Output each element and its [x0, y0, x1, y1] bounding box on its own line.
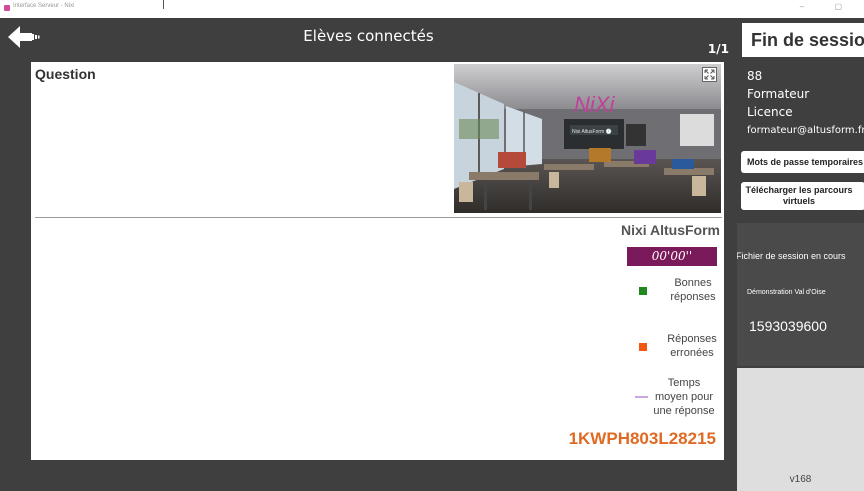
legend-wrong-answers: Réponses erronées — [627, 332, 721, 362]
sidebar-footer: v168 — [737, 368, 864, 491]
session-number: 1593039600 — [749, 318, 827, 334]
window-titlebar: Interface Serveur - Nixi – ▢ — [0, 0, 864, 18]
stats-title: Nixi AltusForm — [620, 222, 720, 238]
legend-label-good: Bonnes réponses — [670, 277, 716, 303]
card-divider — [35, 217, 722, 218]
sidebar: Fin de session 88 Formateur Licence form… — [737, 18, 864, 491]
version-label: v168 — [789, 474, 812, 485]
legend-swatch-good — [639, 287, 647, 295]
timer-badge: 00'00'' — [627, 247, 717, 266]
download-paths-button[interactable]: Télécharger les parcours virtuels — [741, 182, 864, 210]
question-card: Question Nixi AltusForm 🕐 NiXi Nixi Altu… — [31, 62, 724, 460]
nixi-logo: NiXi — [574, 92, 615, 117]
legend-swatch-bad — [639, 343, 647, 351]
temporary-passwords-button[interactable]: Mots de passe temporaires — [741, 151, 864, 173]
expand-icon — [702, 67, 717, 82]
main-panel: Elèves connectés 1/1 Question Nixi Altus… — [0, 18, 737, 491]
page-title: Elèves connectés — [303, 27, 434, 45]
user-email: formateur@altusform.fr — [747, 125, 864, 136]
legend-swatch-time — [635, 396, 648, 398]
legend-good-answers: Bonnes réponses — [627, 276, 721, 306]
app-icon — [4, 5, 10, 11]
user-license: Licence — [747, 105, 793, 119]
session-file-label: Fichier de session en cours — [737, 251, 846, 261]
window-controls[interactable]: – ▢ — [800, 2, 856, 11]
classroom-image: Nixi AltusForm 🕐 NiXi — [454, 64, 721, 213]
vr-scene-thumbnail: Nixi AltusForm 🕐 NiXi — [454, 64, 721, 213]
window-title: Interface Serveur - Nixi — [13, 3, 75, 9]
titlebar-separator — [163, 0, 164, 9]
legend-label-time: Temps moyen pour une réponse — [653, 377, 715, 417]
page-counter: 1/1 — [707, 42, 729, 56]
user-id: 88 — [747, 69, 763, 83]
expand-button[interactable] — [702, 67, 717, 82]
tablet-label: Nixi AltusForm 🕐 — [572, 128, 612, 135]
user-role: Formateur — [747, 87, 810, 101]
legend-label-bad: Réponses erronées — [667, 333, 717, 359]
session-name: Démonstration Val d'Oise — [747, 289, 826, 296]
session-info-box: Fichier de session en cours Démonstratio… — [737, 223, 864, 366]
end-session-button[interactable]: Fin de session — [742, 23, 864, 57]
session-code: 1KWPH803L28215 — [568, 429, 716, 448]
legend-average-time: Temps moyen pour une réponse — [627, 376, 721, 420]
question-label: Question — [35, 66, 96, 82]
